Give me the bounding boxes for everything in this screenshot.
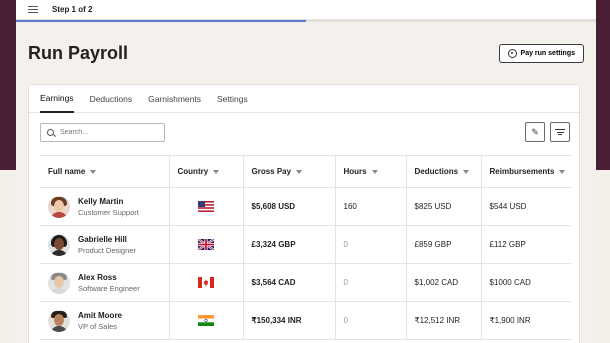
employee-name: Kelly Martin [78,196,124,206]
edit-button[interactable]: ✎ [525,122,545,142]
sort-caret-icon [371,169,378,174]
page-header: Run Payroll Pay run settings [16,22,596,84]
employee-name: Alex Ross [78,272,117,282]
pay-run-settings-label: Pay run settings [520,49,575,57]
table-row[interactable]: Alex Ross Software Engineer $3,564 CAD 0 … [40,263,571,302]
filter-icon [555,129,565,135]
deductions-cell[interactable]: $1,002 CAD [406,263,482,302]
tab-bar: Earnings Deductions Garnishments Setting… [29,85,579,113]
table-row[interactable]: Gabrielle Hill Product Designer £3,324 GB… [40,225,571,264]
gross-pay-cell[interactable]: ₹150,334 INR [243,301,336,340]
pencil-icon: ✎ [531,126,539,137]
gross-pay-cell[interactable]: £3,324 GBP [243,225,336,264]
search-input[interactable] [60,129,150,136]
tab-deductions[interactable]: Deductions [90,85,133,113]
payroll-window: Step 1 of 2 Run Payroll Pay run settings… [16,0,596,343]
tab-garnishments[interactable]: Garnishments [148,85,201,113]
table-row[interactable]: Kelly Martin Customer Support $5,608 USD … [40,187,571,226]
background-panel-left [0,170,16,343]
payroll-table: Full name Country Gross Pay Hours Deduct… [40,155,571,340]
gear-icon [507,48,517,58]
sort-caret-icon [559,169,566,174]
table-toolbar: ✎ [29,113,579,153]
gross-pay-cell[interactable]: $5,608 USD [243,187,336,226]
reimbursements-cell[interactable]: $1000 CAD [481,263,571,302]
column-header-full-name[interactable]: Full name [40,155,170,188]
india-flag-icon [197,315,214,326]
reimbursements-cell[interactable]: £112 GBP [481,225,571,264]
column-header-country[interactable]: Country [169,155,244,188]
reimbursements-cell[interactable]: $544 USD [481,187,571,226]
sort-caret-icon [463,169,470,174]
gross-pay-cell[interactable]: $3,564 CAD [243,263,336,302]
sort-caret-icon [90,169,97,174]
search-icon [47,129,54,136]
column-header-deductions[interactable]: Deductions [406,155,482,188]
table-header-row: Full name Country Gross Pay Hours Deduct… [40,155,571,188]
employee-role: Product Designer [78,245,136,255]
deductions-cell[interactable]: ₹12,512 INR [406,301,482,340]
hours-cell[interactable]: 0 [335,263,407,302]
reimbursements-cell[interactable]: ₹1,900 INR [481,301,571,340]
tab-settings[interactable]: Settings [217,85,248,113]
step-indicator: Step 1 of 2 [52,5,93,14]
employee-name: Gabrielle Hill [78,234,127,244]
search-box[interactable] [40,123,165,142]
sort-caret-icon [213,169,220,174]
tab-earnings[interactable]: Earnings [40,85,74,113]
deductions-cell[interactable]: $825 USD [406,187,482,226]
employee-role: Customer Support [78,207,139,217]
hours-cell[interactable]: 0 [335,225,407,264]
pay-run-settings-button[interactable]: Pay run settings [498,43,584,63]
employee-role: Software Engineer [78,283,140,293]
us-flag-icon [197,201,214,212]
canada-flag-icon [197,277,214,288]
page-title: Run Payroll [28,42,129,63]
uk-flag-icon [197,239,214,250]
avatar [48,195,70,218]
progress-fill [16,20,306,22]
employee-role: VP of Sales [78,321,118,331]
top-bar: Step 1 of 2 [16,0,596,20]
avatar [48,309,70,332]
payroll-card: Earnings Deductions Garnishments Setting… [28,84,580,343]
avatar [48,233,70,256]
avatar [48,271,70,294]
column-header-reimbursements[interactable]: Reimbursements [481,155,571,188]
filter-button[interactable] [550,122,570,142]
column-header-hours[interactable]: Hours [335,155,407,188]
progress-bar [16,20,596,22]
hours-cell[interactable]: 160 [335,187,407,226]
menu-icon[interactable] [28,6,38,13]
column-header-gross-pay[interactable]: Gross Pay [243,155,336,188]
deductions-cell[interactable]: £859 GBP [406,225,482,264]
employee-name: Amit Moore [78,310,122,320]
sort-caret-icon [296,169,303,174]
background-panel-right [596,170,610,343]
table-row[interactable]: Amit Moore VP of Sales ₹150,334 INR 0 ₹12… [40,301,571,340]
hours-cell[interactable]: 0 [335,301,407,340]
